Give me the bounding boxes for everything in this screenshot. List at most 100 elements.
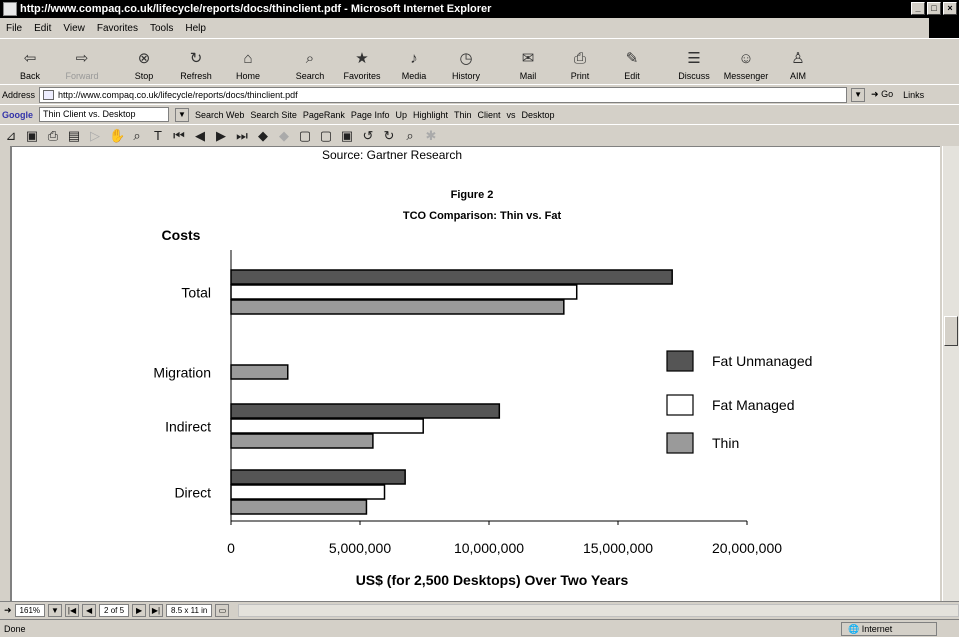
menu-help[interactable]: Help [185, 23, 206, 34]
pdf-nav-icon[interactable]: ➜ [4, 605, 12, 616]
home-button[interactable]: ⌂ Home [222, 41, 274, 83]
close-button[interactable]: × [943, 2, 957, 15]
favorites-button[interactable]: ★ Favorites [336, 41, 388, 83]
maximize-button[interactable]: □ [927, 2, 941, 15]
minimize-button[interactable]: _ [911, 2, 925, 15]
last-page-button[interactable]: ▶| [149, 604, 164, 617]
forward-button[interactable]: ⇨ Forward [56, 41, 108, 83]
search-button[interactable]: ⌕ Search [284, 41, 336, 83]
toolbar-button-label: Home [235, 71, 260, 81]
find-icon[interactable]: ⌕ [403, 128, 417, 144]
history-button[interactable]: ◷ History [440, 41, 492, 83]
print-button[interactable]: ⎙ Print [554, 41, 606, 83]
text-select-icon[interactable]: T [151, 128, 165, 143]
zoom-dropdown-button[interactable]: ▼ [48, 604, 63, 617]
zoom-icon[interactable]: ⌕ [130, 128, 144, 144]
toolbar-button-label: Stop [134, 71, 154, 81]
address-input[interactable]: http://www.compaq.co.uk/lifecycle/report… [39, 86, 848, 103]
prev-page-icon[interactable]: ◀ [193, 128, 207, 144]
next-view-icon[interactable]: ◆ [277, 128, 291, 144]
menu-tools[interactable]: Tools [150, 23, 173, 34]
zoom-field[interactable]: 161% [14, 604, 46, 617]
google-search-input[interactable]: Thin Client vs. Desktop [39, 107, 169, 122]
select-text-icon[interactable]: ▷ [88, 128, 102, 144]
google-highlight-button[interactable]: Highlight [413, 110, 448, 120]
search-pdf-icon[interactable]: ✱ [424, 128, 438, 144]
vertical-scrollbar[interactable] [942, 146, 959, 601]
toolbar-button-label: Edit [624, 71, 640, 81]
back-arrow-icon: ⇦ [23, 50, 37, 67]
fit-width-icon[interactable]: ▣ [340, 128, 354, 144]
back-button[interactable]: ⇦ Back [4, 41, 56, 83]
edit-button[interactable]: ✎ Edit [606, 41, 658, 83]
print-icon[interactable]: ⎙ [46, 128, 60, 144]
menu-file[interactable]: File [6, 23, 22, 34]
google-search-web-button[interactable]: Search Web [195, 110, 244, 120]
google-search-dropdown[interactable]: ▼ [175, 107, 189, 122]
google-desktop-button[interactable]: Desktop [522, 110, 555, 120]
legend-swatch-fat-managed [666, 394, 694, 416]
prev-view-icon[interactable]: ◆ [256, 128, 270, 144]
actual-size-icon[interactable]: ▢ [298, 128, 312, 144]
bar-indirect-thin [230, 433, 374, 449]
rotate-left-icon[interactable]: ↺ [361, 128, 375, 144]
scrollbar-thumb[interactable] [944, 316, 958, 346]
google-page-info-button[interactable]: Page Info [351, 110, 390, 120]
page-layout-button[interactable]: ▭ [215, 604, 230, 617]
google-pagerank-button[interactable]: PageRank [303, 110, 345, 120]
rotate-right-icon[interactable]: ↻ [382, 128, 396, 144]
menu-bar: File Edit View Favorites Tools Help [0, 18, 959, 38]
google-thin-button[interactable]: Thin [454, 110, 472, 120]
first-page-button[interactable]: |◀ [65, 604, 80, 617]
status-bar: Done 🌐 Internet [0, 619, 959, 637]
messenger-button[interactable]: ☺ Messenger [720, 41, 772, 83]
edit-icon: ✎ [625, 50, 639, 67]
media-button[interactable]: ♪ Media [388, 41, 440, 83]
horizontal-scrollbar[interactable] [238, 604, 959, 617]
mail-button[interactable]: ✉ Mail [502, 41, 554, 83]
page-indicator[interactable]: 2 of 5 [99, 604, 130, 617]
google-search-site-button[interactable]: Search Site [250, 110, 297, 120]
stop-button[interactable]: ⊗ Stop [118, 41, 170, 83]
toolbar-button-label: Messenger [723, 71, 769, 81]
address-dropdown-button[interactable]: ▼ [851, 87, 866, 102]
last-page-icon[interactable]: ⏭ [235, 128, 249, 144]
google-vs-button[interactable]: vs [507, 110, 516, 120]
aim-button[interactable]: ♙ AIM [772, 41, 824, 83]
google-up-button[interactable]: Up [395, 110, 407, 120]
legend-swatch-thin [666, 432, 694, 454]
x-axis-label: US$ (for 2,500 Desktops) Over Two Years [356, 572, 629, 588]
discuss-icon: ☰ [687, 50, 701, 67]
google-logo[interactable]: Google [2, 110, 33, 120]
pdf-status-bar: ➜ 161% ▼ |◀ ◀ 2 of 5 ▶ ▶| 8.5 x 11 in ▭ [0, 601, 959, 619]
acrobat-icon[interactable]: ⊿ [4, 128, 18, 144]
bookmarks-icon[interactable]: ▤ [67, 128, 81, 144]
history-icon: ◷ [459, 50, 473, 67]
links-button[interactable]: Links [903, 90, 924, 100]
refresh-button[interactable]: ↻ Refresh [170, 41, 222, 83]
bar-direct-thin [230, 499, 368, 515]
save-icon[interactable]: ▣ [25, 128, 39, 144]
menu-edit[interactable]: Edit [34, 23, 51, 34]
menu-favorites[interactable]: Favorites [97, 23, 138, 34]
prev-page-button[interactable]: ◀ [82, 604, 97, 617]
hand-tool-icon[interactable]: ✋ [109, 128, 125, 144]
toolbar-button-label: History [451, 71, 480, 81]
zone-label: Internet [861, 623, 893, 634]
menu-view[interactable]: View [63, 23, 85, 34]
discuss-button[interactable]: ☰ Discuss [668, 41, 720, 83]
x-tick-label: 5,000,000 [329, 540, 391, 556]
next-page-icon[interactable]: ▶ [214, 128, 228, 144]
toolbar-button-label: Forward [65, 71, 99, 81]
go-button[interactable]: ➜ Go [871, 89, 893, 100]
google-client-button[interactable]: Client [478, 110, 501, 120]
x-tick-label: 0 [227, 540, 235, 556]
toolbar-button-label: Back [19, 71, 40, 81]
fit-page-icon[interactable]: ▢ [319, 128, 333, 144]
refresh-icon: ↻ [189, 50, 203, 67]
next-page-button[interactable]: ▶ [132, 604, 147, 617]
go-label: Go [881, 89, 894, 99]
legend-label-thin: Thin [712, 435, 739, 451]
media-icon: ♪ [410, 49, 418, 67]
first-page-icon[interactable]: ⏮ [172, 128, 186, 144]
